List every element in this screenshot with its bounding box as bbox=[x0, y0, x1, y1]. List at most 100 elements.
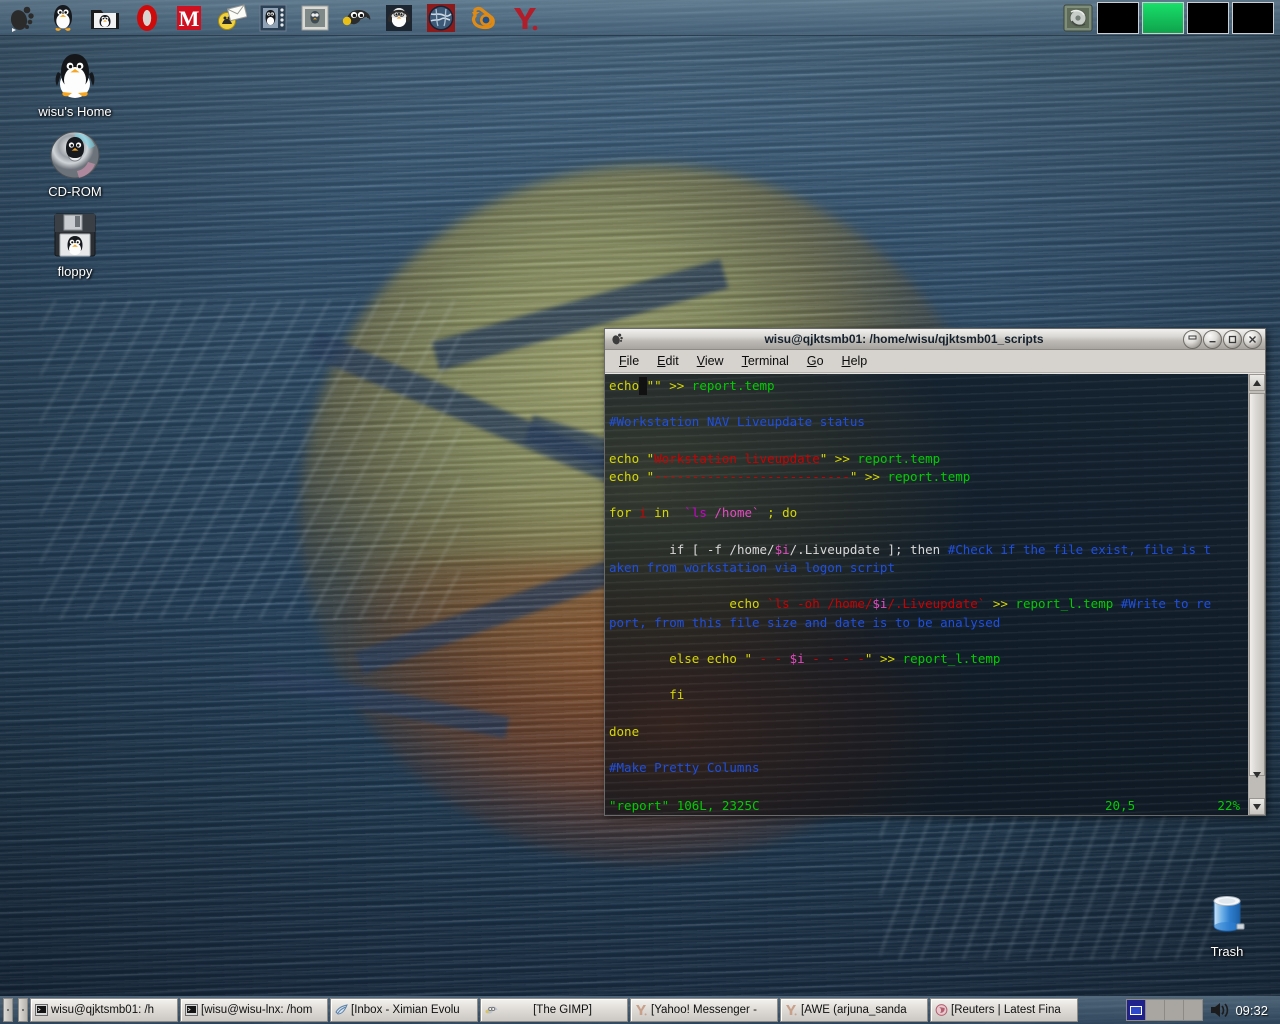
vim-token: Workstation liveupdate bbox=[654, 450, 820, 466]
yahoo-y-icon[interactable] bbox=[505, 1, 545, 35]
hard-disk-icon[interactable] bbox=[1060, 1, 1096, 35]
penguin-headphones-icon[interactable] bbox=[379, 1, 419, 35]
workspace-4[interactable] bbox=[1184, 1000, 1203, 1020]
vim-token: ; do bbox=[759, 505, 798, 521]
image-viewer-icon[interactable] bbox=[295, 1, 335, 35]
pager-cell-3[interactable] bbox=[1187, 2, 1229, 34]
window-menubar[interactable]: File Edit View Terminal Go Help bbox=[605, 350, 1265, 373]
vim-token: fi bbox=[609, 687, 685, 703]
blender-icon[interactable] bbox=[463, 1, 503, 35]
task-terminal-1[interactable]: wisu@qjktsmb01: /h bbox=[30, 998, 178, 1022]
vim-token: `ls bbox=[684, 505, 707, 521]
desktop-icon-home[interactable]: wisu's Home bbox=[20, 48, 130, 119]
menu-file[interactable]: File bbox=[611, 352, 647, 370]
floppy-disk-icon bbox=[20, 208, 130, 260]
vim-line bbox=[609, 523, 1244, 541]
vim-line: echo `ls -oh /home/$i/.Liveupdate` >> re… bbox=[609, 595, 1244, 613]
globe-disc-icon[interactable] bbox=[421, 1, 461, 35]
pager-cell-1[interactable] bbox=[1097, 2, 1139, 34]
menu-go[interactable]: Go bbox=[799, 352, 832, 370]
vim-token: report.temp bbox=[887, 469, 971, 485]
task-list: wisu@qjktsmb01: /h [wisu@wisu-lnx: /hom [I… bbox=[30, 998, 1126, 1022]
vim-token: #Workstation NAV Liveupdate status bbox=[609, 414, 865, 430]
vim-line bbox=[609, 741, 1244, 759]
menu-terminal[interactable]: Terminal bbox=[734, 352, 797, 370]
minimize-icon[interactable] bbox=[1203, 329, 1222, 349]
terminal-icon bbox=[34, 1003, 48, 1017]
shade-icon[interactable] bbox=[1183, 329, 1202, 349]
task-terminal-2[interactable]: [wisu@wisu-lnx: /hom bbox=[180, 998, 328, 1022]
vim-token: - - bbox=[752, 651, 790, 667]
workspace-1[interactable] bbox=[1127, 1000, 1147, 1020]
scrollbar-track[interactable] bbox=[1249, 391, 1265, 798]
folder-penguin-icon[interactable] bbox=[85, 1, 125, 35]
maximize-icon[interactable] bbox=[1223, 329, 1242, 349]
taskbar-handle[interactable] bbox=[3, 998, 13, 1022]
opera-o-icon[interactable] bbox=[127, 1, 167, 35]
terminal-window[interactable]: wisu@qjktsmb01: /home/wisu/qjktsmb01_scr… bbox=[604, 328, 1266, 816]
vim-line: for i in `ls /home` ; do bbox=[609, 504, 1244, 522]
pager-cell-2[interactable] bbox=[1142, 2, 1184, 34]
vim-token: /home` bbox=[714, 505, 760, 521]
vim-token: report.temp bbox=[691, 378, 775, 393]
desktop-icon-floppy[interactable]: floppy bbox=[20, 208, 130, 279]
menu-help[interactable]: Help bbox=[834, 352, 876, 370]
vim-token: done bbox=[609, 723, 640, 739]
taskbar-handle-2[interactable] bbox=[18, 998, 28, 1022]
mail-envelope-icon[interactable] bbox=[211, 1, 251, 35]
vim-token: $i bbox=[789, 651, 805, 667]
vim-token: echo bbox=[609, 450, 647, 466]
penguin-frame-icon[interactable] bbox=[253, 1, 293, 35]
clock[interactable]: 09:32 bbox=[1235, 1003, 1268, 1018]
vim-token: >> bbox=[827, 450, 858, 466]
task-yahoo-messenger[interactable]: [Yahoo! Messenger - bbox=[630, 998, 778, 1022]
vim-token: $i bbox=[872, 596, 888, 612]
speaker-icon[interactable] bbox=[1209, 1001, 1229, 1019]
vim-token: -------------------------- bbox=[654, 469, 850, 485]
task-evolution[interactable]: [Inbox - Ximian Evolu bbox=[330, 998, 478, 1022]
close-icon[interactable] bbox=[1243, 329, 1262, 349]
vim-line: aken from workstation via logon script bbox=[609, 559, 1244, 577]
vim-token: if [ -f bbox=[609, 541, 730, 557]
workspace-pager-bottom[interactable] bbox=[1126, 999, 1204, 1021]
vim-line: done bbox=[609, 723, 1244, 741]
gnome-foot-icon[interactable] bbox=[1, 1, 41, 35]
vim-line bbox=[609, 395, 1244, 413]
desktop-icon-label: CD-ROM bbox=[48, 184, 102, 199]
task-awe[interactable]: [AWE (arjuna_sanda bbox=[780, 998, 928, 1022]
scroll-down-icon[interactable] bbox=[1249, 798, 1265, 815]
scroll-up-icon[interactable] bbox=[1249, 374, 1265, 391]
gimp-wilber-icon[interactable] bbox=[337, 1, 377, 35]
menu-edit[interactable]: Edit bbox=[649, 352, 687, 370]
vim-line: if [ -f /home/$i/.Liveupdate ]; then #Ch… bbox=[609, 541, 1244, 559]
top-panel: M bbox=[0, 0, 1280, 36]
desktop-icon-cdrom[interactable]: CD-ROM bbox=[20, 128, 130, 199]
terminal-scrollbar[interactable] bbox=[1248, 374, 1265, 815]
pager-cell-4[interactable] bbox=[1232, 2, 1274, 34]
vim-status-line: "report" 106L, 2325C 20,5 22% bbox=[605, 798, 1248, 813]
mozilla-m-icon[interactable]: M bbox=[169, 1, 209, 35]
workspace-3[interactable] bbox=[1165, 1000, 1185, 1020]
vim-token: #Make Pretty Columns bbox=[609, 760, 760, 776]
vim-token: echo bbox=[609, 469, 647, 485]
desktop-icon-trash[interactable]: Trash bbox=[1172, 888, 1280, 959]
task-label: wisu@qjktsmb01: /h bbox=[51, 1004, 155, 1016]
vim-cursor bbox=[639, 377, 647, 396]
vim-token: aken from workstation via logon script bbox=[609, 560, 895, 576]
workspace-pager-top[interactable] bbox=[1097, 2, 1274, 34]
desktop-icon-label: Trash bbox=[1210, 944, 1244, 959]
penguin-icon[interactable] bbox=[43, 1, 83, 35]
scrollbar-thumb[interactable] bbox=[1249, 393, 1265, 776]
terminal-screen[interactable]: echo "" >> report.temp #Workstation NAV … bbox=[605, 374, 1248, 815]
menu-view[interactable]: View bbox=[689, 352, 732, 370]
terminal-icon bbox=[184, 1003, 198, 1017]
vim-token: >> bbox=[872, 651, 903, 667]
workspace-2[interactable] bbox=[1146, 1000, 1166, 1020]
vim-token: >> bbox=[669, 378, 685, 393]
vim-line: echo "Workstation liveupdate" >> report.… bbox=[609, 450, 1244, 468]
vim-token: i bbox=[639, 505, 647, 521]
task-reuters[interactable]: [Reuters | Latest Fina bbox=[930, 998, 1078, 1022]
task-gimp[interactable]: [The GIMP] bbox=[480, 998, 628, 1022]
window-titlebar[interactable]: wisu@qjktsmb01: /home/wisu/qjktsmb01_scr… bbox=[605, 329, 1265, 350]
vim-line: #Workstation NAV Liveupdate status bbox=[609, 413, 1244, 431]
